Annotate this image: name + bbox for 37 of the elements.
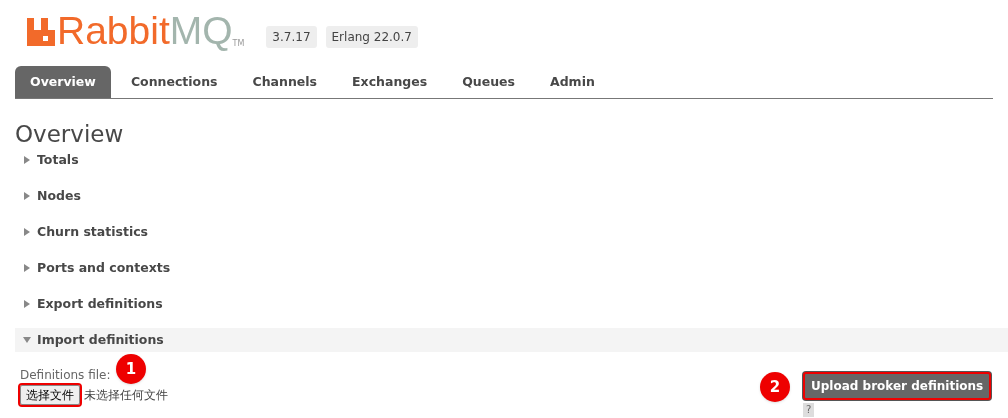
version-badge: Erlang 22.0.7: [325, 26, 418, 48]
section-title: Churn statistics: [37, 222, 149, 241]
section-header[interactable]: Import definitions: [15, 328, 1008, 352]
choose-file-button[interactable]: 选择文件: [20, 385, 80, 405]
step-marker: 2: [760, 372, 790, 402]
nav-tab[interactable]: Queues: [447, 66, 530, 98]
nav-tab[interactable]: Admin: [535, 66, 610, 98]
section-header[interactable]: Nodes: [15, 184, 1008, 208]
section-title: Totals: [37, 150, 79, 169]
page-heading: Overview: [15, 120, 125, 148]
section-title: Import definitions: [37, 330, 164, 349]
caret-down-icon: [23, 336, 31, 344]
version-badge: 3.7.17: [266, 26, 317, 48]
caret-right-icon: [23, 300, 31, 308]
help-badge[interactable]: ?: [803, 403, 815, 417]
logo-text: MQ: [169, 12, 233, 50]
trademark-mark: TM: [232, 39, 245, 48]
caret-right-icon: [23, 156, 31, 164]
section-header[interactable]: Ports and contexts: [15, 256, 1008, 280]
section-header[interactable]: Churn statistics: [15, 220, 1008, 244]
file-status: 未选择任何文件: [84, 387, 168, 404]
nav-tab[interactable]: Connections: [115, 66, 233, 98]
section-title: Export definitions: [37, 294, 163, 313]
caret-right-icon: [23, 264, 31, 272]
caret-right-icon: [23, 228, 31, 236]
logo-icon: [27, 18, 55, 46]
caret-right-icon: [23, 192, 31, 200]
logo-text: Rabbit: [57, 12, 170, 50]
section-header[interactable]: Totals: [15, 148, 1008, 172]
nav-tab[interactable]: Exchanges: [337, 66, 443, 98]
section-title: Nodes: [37, 186, 81, 205]
nav-tab[interactable]: Overview: [15, 66, 111, 98]
section-header[interactable]: Export definitions: [15, 292, 1008, 316]
nav-tab[interactable]: Channels: [237, 66, 333, 98]
upload-button[interactable]: Upload broker definitions: [803, 372, 992, 400]
section-title: Ports and contexts: [37, 258, 171, 277]
step-marker: 1: [116, 354, 146, 384]
